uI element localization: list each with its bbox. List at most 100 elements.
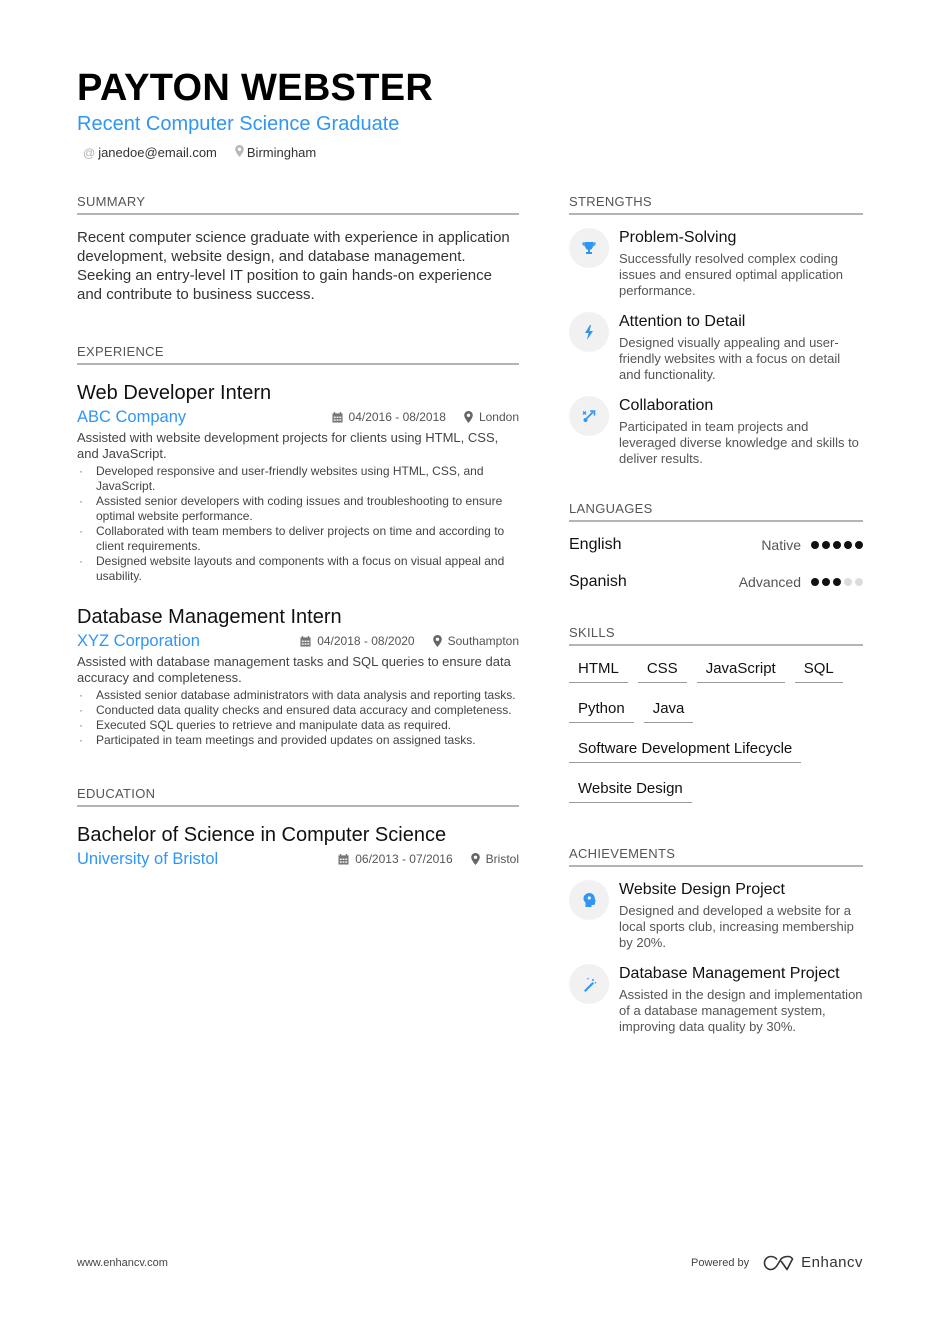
job-bullets: Assisted senior database administrators …	[77, 688, 519, 748]
rating-dot-filled	[833, 540, 841, 549]
skill-tag: CSS	[637, 657, 687, 683]
bullet-item: Participated in team meetings and provid…	[77, 733, 519, 748]
section-heading: LANGUAGES	[569, 501, 863, 522]
language-name: Spanish	[569, 573, 627, 590]
skill-tag: HTML	[569, 657, 628, 683]
language-rating	[811, 540, 863, 549]
section-heading: SKILLS	[569, 625, 863, 646]
skill-tag: JavaScript	[696, 657, 785, 683]
job-title: Database Management Intern	[77, 606, 342, 628]
degree-title: Bachelor of Science in Computer Science	[77, 824, 447, 846]
contact-location: Birmingham	[235, 145, 316, 160]
summary-section: SUMMARY Recent computer science graduate…	[77, 194, 519, 304]
section-heading: ACHIEVEMENTS	[569, 846, 863, 867]
right-column: STRENGTHS Problem-Solving Successfully r…	[569, 194, 863, 1035]
job-dates: 04/2016 - 08/2018	[348, 410, 446, 424]
location-pin-icon	[432, 635, 442, 647]
rating-dot-empty	[844, 577, 852, 586]
rating-dot-filled	[822, 540, 830, 549]
job-meta: XYZ Corporation 04/2018 - 08/2020 Southa…	[77, 630, 519, 652]
company-name: XYZ Corporation	[77, 632, 200, 650]
rating-dot-filled	[822, 577, 830, 586]
strength-title: Problem-Solving	[619, 229, 737, 246]
rating-dot-filled	[855, 540, 863, 549]
language-name: English	[569, 536, 622, 553]
bullet-item: Executed SQL queries to retrieve and man…	[77, 718, 519, 733]
strength-title: Attention to Detail	[619, 313, 746, 330]
bullet-item: Developed responsive and user-friendly w…	[77, 464, 519, 494]
enhancv-logo-icon	[763, 1255, 794, 1270]
strength-item: Problem-Solving Successfully resolved co…	[569, 228, 863, 299]
skill-tag: Python	[569, 697, 634, 723]
achievement-item: Database Management Project Assisted in …	[569, 964, 863, 1035]
company-name: ABC Company	[77, 408, 187, 426]
skill-tag: SQL	[794, 657, 843, 683]
strength-title: Collaboration	[619, 397, 714, 414]
contact-email[interactable]: @ janedoe@email.com	[83, 145, 217, 160]
strength-item: Collaboration Participated in team proje…	[569, 396, 863, 467]
lightning-bolt-icon	[585, 324, 593, 340]
strength-description: Successfully resolved complex coding iss…	[619, 251, 844, 298]
education-section: EDUCATION Bachelor of Science in Compute…	[77, 786, 519, 870]
bullet-item: Designed website layouts and components …	[77, 554, 519, 584]
page-footer: www.enhancv.com Powered by Enhancv	[77, 1254, 863, 1271]
job-meta: ABC Company 04/2016 - 08/2018 London	[77, 406, 519, 428]
location-pin-icon	[464, 411, 473, 423]
skill-tag: Website Design	[569, 777, 692, 803]
strength-item: Attention to Detail Designed visually ap…	[569, 312, 863, 383]
language-item: English Native	[569, 534, 863, 555]
calendar-icon	[331, 411, 343, 423]
trophy-icon	[582, 242, 596, 254]
location-text: Birmingham	[246, 145, 317, 160]
candidate-name: PAYTON WEBSTER	[77, 67, 434, 109]
experience-entry: Database Management Intern XYZ Corporati…	[77, 604, 519, 748]
powered-by-label: Powered by	[691, 1256, 750, 1269]
section-heading: EDUCATION	[77, 786, 519, 807]
rating-dot-filled	[833, 577, 841, 586]
head-brain-icon	[583, 893, 596, 907]
language-level: Advanced	[738, 573, 801, 590]
location-pin-icon	[470, 853, 480, 865]
experience-entry: Web Developer Intern ABC Company 04/2016…	[77, 380, 519, 584]
education-entry: Bachelor of Science in Computer Science …	[77, 822, 519, 870]
location-pin-icon	[235, 145, 244, 160]
education-dates: 06/2013 - 07/2016	[355, 852, 453, 866]
left-column: SUMMARY Recent computer science graduate…	[77, 194, 519, 870]
calendar-icon	[338, 853, 349, 865]
achievements-section: ACHIEVEMENTS Website Design Project Desi…	[569, 846, 863, 1035]
skills-list: HTML CSS JavaScript SQL Python Java Soft…	[569, 657, 863, 803]
section-heading: SUMMARY	[77, 194, 519, 215]
magic-wand-icon	[583, 977, 596, 992]
achievement-description: Designed and developed a website for a l…	[619, 903, 854, 950]
experience-section: EXPERIENCE Web Developer Intern ABC Comp…	[77, 344, 519, 748]
strength-description: Participated in team projects and levera…	[619, 419, 859, 466]
job-bullets: Developed responsive and user-friendly w…	[77, 464, 519, 584]
bullet-item: Assisted senior database administrators …	[77, 688, 519, 703]
strengths-section: STRENGTHS Problem-Solving Successfully r…	[569, 194, 863, 467]
language-rating	[811, 577, 863, 586]
languages-section: LANGUAGES English Native Spanish Advance…	[569, 501, 863, 592]
website-link[interactable]: www.enhancv.com	[77, 1257, 168, 1269]
job-dates: 04/2018 - 08/2020	[317, 634, 415, 648]
email-text: janedoe@email.com	[98, 145, 217, 160]
skills-section: SKILLS HTML CSS JavaScript SQL Python Ja…	[569, 625, 863, 803]
section-heading: STRENGTHS	[569, 194, 863, 215]
brand-name: Enhancv	[801, 1254, 863, 1271]
brand-logo[interactable]: Enhancv	[763, 1254, 863, 1271]
job-location: Southampton	[447, 634, 519, 648]
strength-description: Designed visually appealing and user-fri…	[619, 335, 841, 382]
bullet-item: Collaborated with team members to delive…	[77, 524, 519, 554]
job-location: London	[478, 410, 519, 424]
language-level: Native	[761, 536, 801, 553]
bullet-item: Conducted data quality checks and ensure…	[77, 703, 519, 718]
summary-text: Recent computer science graduate with ex…	[77, 229, 510, 303]
job-description: Assisted with website development projec…	[77, 430, 499, 461]
at-sign-icon: @	[83, 145, 96, 160]
school-name: University of Bristol	[77, 850, 219, 868]
route-arrow-icon	[582, 410, 596, 422]
bullet-item: Assisted senior developers with coding i…	[77, 494, 519, 524]
rating-dot-filled	[811, 577, 819, 586]
calendar-icon	[300, 635, 311, 647]
skill-tag: Software Development Lifecycle	[569, 737, 802, 763]
candidate-title: Recent Computer Science Graduate	[77, 113, 400, 135]
